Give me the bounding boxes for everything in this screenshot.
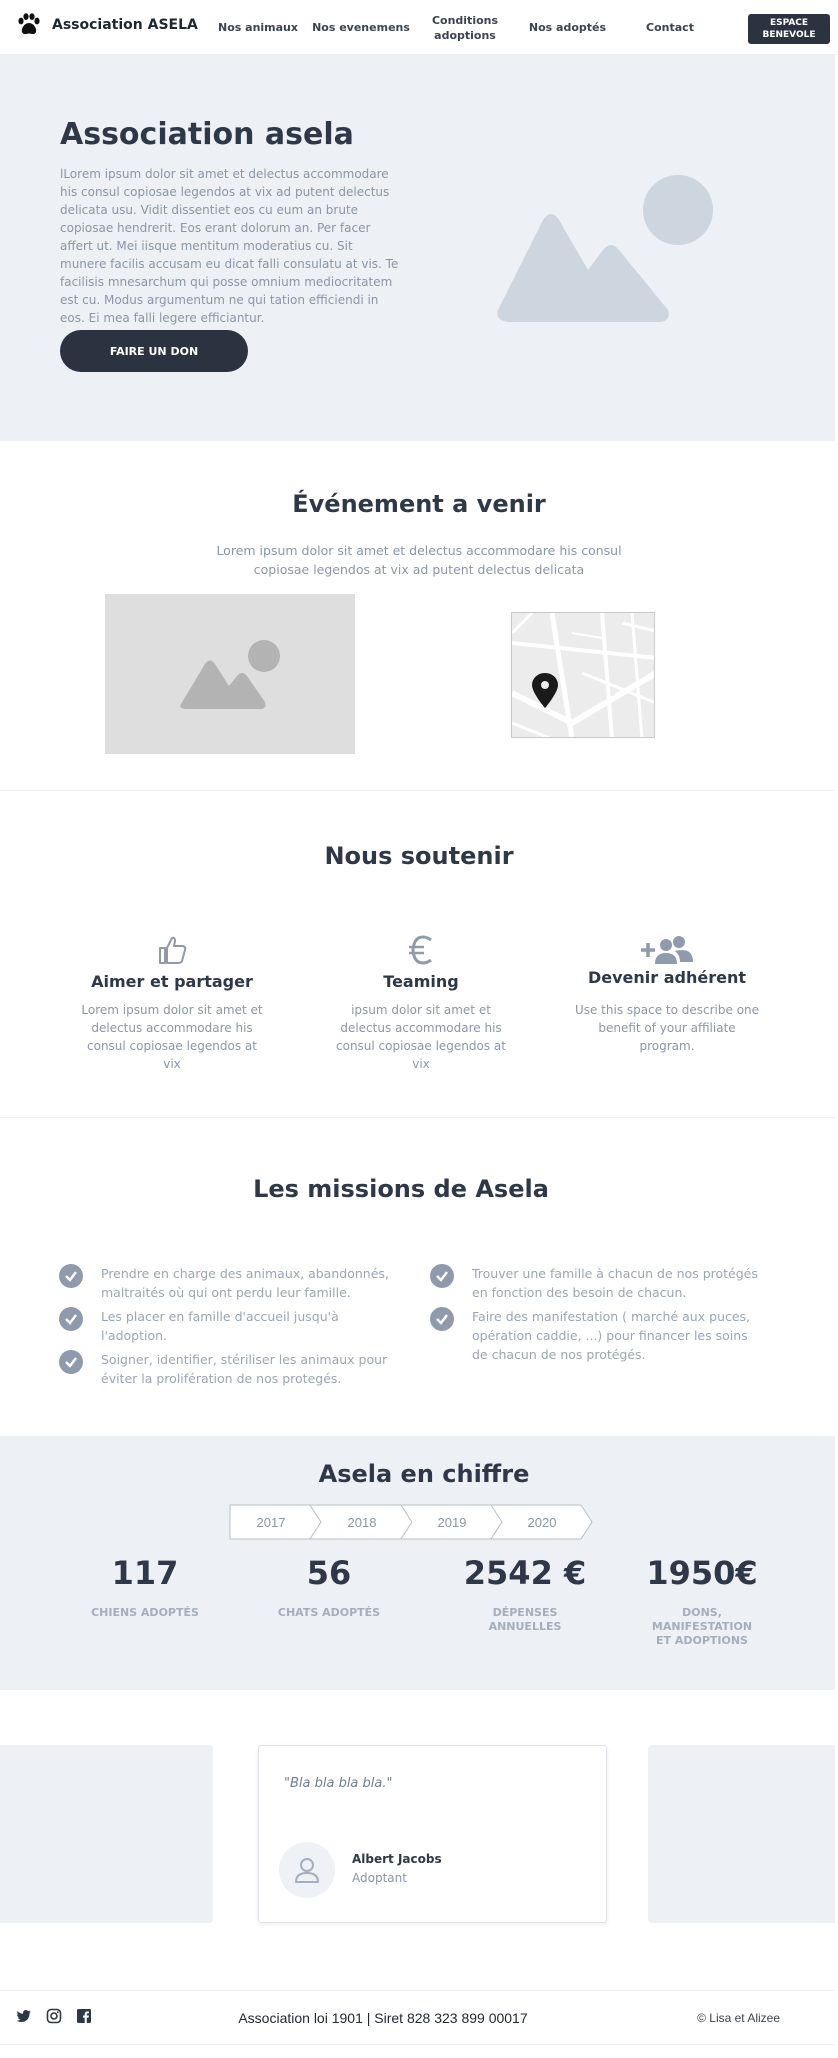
user-icon (295, 1858, 319, 1883)
stat-label: CHATS ADOPTÉS (277, 1606, 381, 1619)
mission-text: Soigner, identifier, stériliser les anim… (101, 1352, 388, 1386)
thumbs-up-icon (159, 936, 187, 964)
stat-label: CHIENS ADOPTÉS (91, 1606, 199, 1619)
testimonial-card-next[interactable] (648, 1745, 835, 1923)
testimonial-role: Adoptant (352, 1871, 407, 1885)
support-card-teaming: Teaming ipsum dolor sit amet et delectus… (326, 930, 516, 1073)
tab-year-2018[interactable]: 2018 (348, 1515, 377, 1530)
mission-text: Faire des manifestation ( marché aux puc… (472, 1309, 750, 1362)
check-icon (430, 1264, 454, 1288)
footer: Association loi 1901 | Siret 828 323 899… (0, 1990, 835, 2045)
add-users-icon (641, 936, 693, 964)
footer-legal-text: Association loi 1901 | Siret 828 323 899… (238, 2010, 528, 2026)
support-card-title: Teaming (383, 972, 459, 991)
stat-value: 56 (306, 1554, 352, 1592)
map-icon (512, 613, 654, 737)
year-tabs[interactable]: 2017 2018 2019 2020 (229, 1504, 593, 1540)
mission-text: Trouver une famille à chacun de nos prot… (472, 1266, 758, 1300)
stat-cats: 56 CHATS ADOPTÉS (264, 1554, 394, 1620)
stat-dogs: 117 CHIENS ADOPTÉS (80, 1554, 210, 1620)
check-icon (59, 1264, 83, 1288)
support-card-text: Use this space to describe one benefit o… (574, 1003, 760, 1053)
mission-text: Prendre en charge des animaux, abandonné… (101, 1266, 389, 1300)
support-card-title: Devenir adhérent (587, 968, 747, 987)
mission-item: Trouver une famille à chacun de nos prot… (430, 1264, 760, 1302)
stat-label: DONS, MANIFESTATION ET ADOPTIONS (651, 1606, 753, 1647)
paw-icon (18, 13, 40, 35)
logo[interactable]: Association ASELA (16, 12, 198, 38)
nav-nos-adoptes[interactable]: Nos adoptés (525, 0, 610, 55)
image-placeholder-icon (497, 175, 713, 322)
event-text: Lorem ipsum dolor sit amet et delectus a… (216, 543, 622, 577)
footer-credits: © Lisa et Alizee (697, 2011, 780, 2025)
testimonial-name: Albert Jacobs (352, 1852, 442, 1866)
brand-name: Association ASELA (52, 17, 198, 33)
image-placeholder-icon (180, 640, 280, 709)
euro-icon (409, 935, 432, 965)
stat-donations: 1950€ DONS, MANIFESTATION ET ADOPTIONS (641, 1554, 763, 1648)
support-card-title: Aimer et partager (91, 972, 253, 991)
testimonial-card-previous[interactable] (0, 1745, 213, 1923)
stat-value: 117 (111, 1554, 179, 1592)
espace-benevole-button[interactable]: ESPACE BENEVOLE (748, 14, 830, 44)
support-card-text: Lorem ipsum dolor sit amet et delectus a… (81, 1003, 263, 1071)
event-image-placeholder (105, 594, 355, 754)
header: Association ASELA Nos animaux Nos evenem… (0, 0, 838, 55)
stat-value: 2542 € (463, 1554, 587, 1592)
hero-text: lLorem ipsum dolor sit amet et delectus … (60, 167, 399, 325)
stats-title: Asela en chiffre (318, 1460, 530, 1488)
mission-item: Soigner, identifier, stériliser les anim… (59, 1350, 389, 1388)
avatar (279, 1842, 335, 1898)
tab-year-2019[interactable]: 2019 (438, 1515, 467, 1530)
mission-item: Faire des manifestation ( marché aux puc… (430, 1307, 760, 1364)
support-card-share: Aimer et partager Lorem ipsum dolor sit … (77, 930, 267, 1073)
event-map[interactable] (511, 612, 655, 738)
check-icon (59, 1350, 83, 1374)
testimonial-quote: "Bla bla bla bla." (284, 1776, 393, 1791)
check-icon (430, 1307, 454, 1331)
testimonial-card: "Bla bla bla bla." Albert Jacobs Adoptan… (258, 1745, 607, 1923)
divider (0, 790, 835, 791)
stat-expenses: 2542 € DÉPENSES ANNUELLES (462, 1554, 588, 1634)
stat-value: 1950€ (646, 1554, 758, 1592)
stats-section: Asela en chiffre 2017 2018 2019 2020 117… (0, 1436, 835, 1690)
tab-year-2017[interactable]: 2017 (257, 1515, 286, 1530)
nav-nos-evenemens[interactable]: Nos evenemens (312, 0, 410, 55)
support-card-member: Devenir adhérent Use this space to descr… (572, 930, 762, 1055)
mission-item: Prendre en charge des animaux, abandonné… (59, 1264, 389, 1302)
hero-section: Association asela lLorem ipsum dolor sit… (0, 55, 835, 441)
mission-item: Les placer en famille d'accueil jusqu'à … (59, 1307, 389, 1345)
support-title: Nous soutenir (324, 842, 514, 870)
nav-nos-animaux[interactable]: Nos animaux (218, 0, 298, 55)
check-icon (59, 1307, 83, 1331)
nav-contact[interactable]: Contact (640, 0, 700, 55)
donate-button[interactable]: FAIRE UN DON (60, 330, 248, 372)
stat-label: DÉPENSES ANNUELLES (488, 1606, 562, 1633)
nav-conditions-adoptions[interactable]: Conditions adoptions (428, 0, 502, 55)
tab-year-2020[interactable]: 2020 (528, 1515, 557, 1530)
hero-title: Association asela (60, 117, 354, 152)
missions-title: Les missions de Asela (253, 1175, 549, 1203)
divider (0, 1117, 835, 1118)
event-title: Événement a venir (292, 490, 546, 518)
support-card-text: ipsum dolor sit amet et delectus accommo… (336, 1003, 506, 1071)
mission-text: Les placer en famille d'accueil jusqu'à … (101, 1309, 339, 1343)
